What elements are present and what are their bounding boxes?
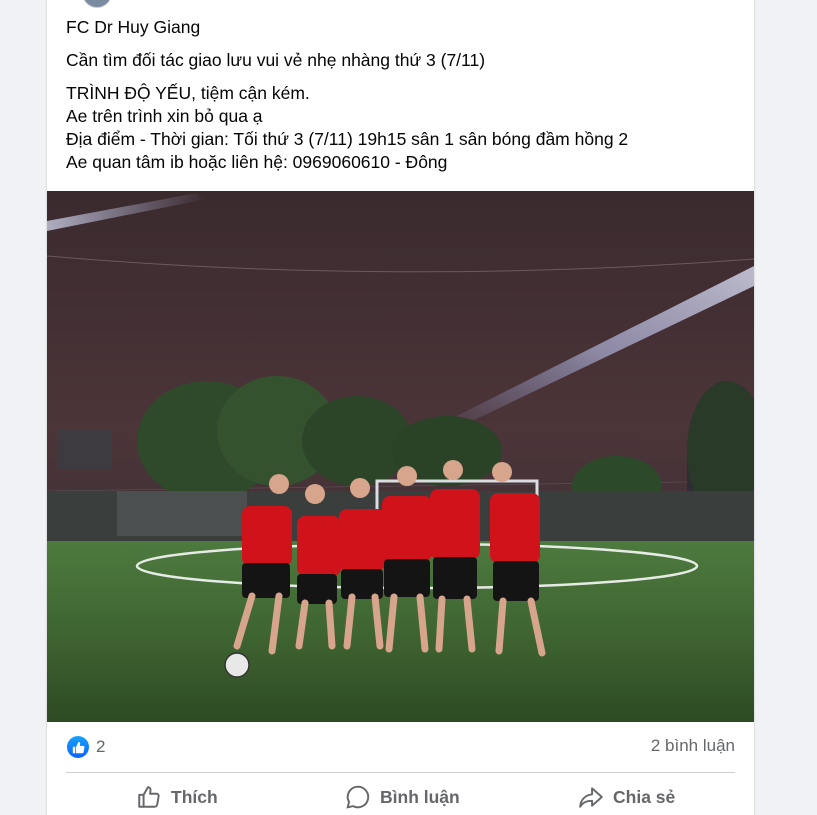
- post-line-contact: Ae quan tâm ib hoặc liên hệ: 0969060610 …: [66, 152, 448, 172]
- post-line-note: Ae trên trình xin bỏ qua ạ: [66, 106, 263, 126]
- post-line-request: Cần tìm đối tác giao lưu vui vẻ nhẹ nhàn…: [66, 50, 486, 70]
- share-label: Chia sẻ: [613, 786, 676, 807]
- post-text: FC Dr Huy Giang Cần tìm đối tác giao lưu…: [66, 16, 746, 174]
- comment-count-link[interactable]: 2 bình luận: [651, 736, 735, 756]
- post-line-level: TRÌNH ĐỘ YẾU, tiệm cận kém.: [66, 83, 310, 103]
- comment-bubble-icon: [346, 785, 370, 809]
- thumbs-up-icon: [138, 786, 160, 808]
- like-button[interactable]: Thích: [136, 780, 218, 814]
- divider: [66, 772, 735, 773]
- post-line-location: Địa điểm - Thời gian: Tối thứ 3 (7/11) 1…: [66, 129, 629, 149]
- share-button[interactable]: Chia sẻ: [578, 780, 675, 814]
- reaction-count: 2: [96, 737, 106, 756]
- comment-button[interactable]: Bình luận: [345, 780, 460, 814]
- post-line-team: FC Dr Huy Giang: [66, 17, 201, 37]
- team-photo[interactable]: [47, 191, 754, 722]
- like-icon: [67, 736, 89, 758]
- comment-label: Bình luận: [380, 786, 460, 807]
- reaction-summary[interactable]: 2: [67, 735, 105, 759]
- like-label: Thích: [171, 786, 218, 807]
- share-arrow-icon: [579, 787, 603, 808]
